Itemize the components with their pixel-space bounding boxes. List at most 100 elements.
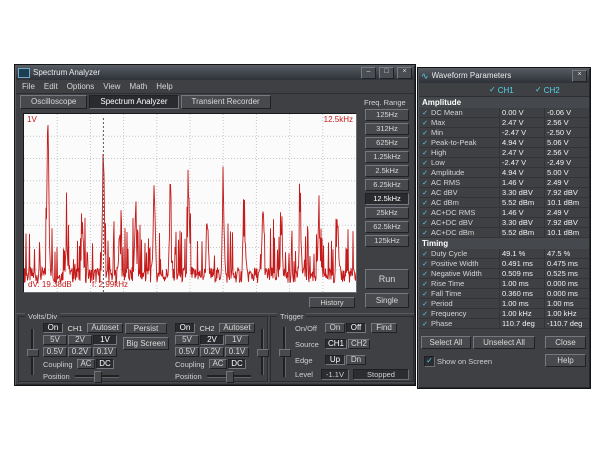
param-row-duty-cycle[interactable]: ✓Duty Cycle49.1 %47.5 % (419, 249, 589, 259)
param-check-icon[interactable]: ✓ (419, 229, 431, 237)
ch2-autoset-button[interactable]: Autoset (219, 323, 255, 333)
param-check-icon[interactable]: ✓ (419, 209, 431, 217)
param-row-frequency[interactable]: ✓Frequency1.00 kHz1.00 kHz (419, 309, 589, 319)
ch1-on-button[interactable]: On (43, 323, 63, 333)
freq-range-125khz[interactable]: 125kHz (365, 235, 409, 247)
param-row-ac-dbv[interactable]: ✓AC dBV3.30 dBV7.92 dBV (419, 188, 589, 198)
param-row-dc-mean[interactable]: ✓DC Mean0.00 V-0.06 V (419, 108, 589, 118)
freq-range-125hz[interactable]: 125Hz (365, 109, 409, 121)
param-check-icon[interactable]: ✓ (419, 159, 431, 167)
big-screen-button[interactable]: Big Screen (123, 337, 169, 350)
param-check-icon[interactable]: ✓ (419, 129, 431, 137)
ch2-position-vslider[interactable] (257, 329, 267, 375)
param-row-ac-rms[interactable]: ✓AC RMS1.46 V2.49 V (419, 178, 589, 188)
ch2-on-button[interactable]: On (175, 323, 195, 333)
tab-transient-recorder[interactable]: Transient Recorder (181, 95, 271, 109)
param-check-icon[interactable]: ✓ (419, 280, 431, 288)
param-row-min[interactable]: ✓Min-2.47 V-2.50 V (419, 128, 589, 138)
ch2-check-icon[interactable]: ✓ (535, 86, 542, 94)
param-row-ac-dc-dbm[interactable]: ✓AC+DC dBm5.52 dBm10.1 dBm (419, 228, 589, 238)
param-check-icon[interactable]: ✓ (419, 320, 431, 328)
params-titlebar[interactable]: ∿ Waveform Parameters × (419, 69, 589, 83)
param-row-low[interactable]: ✓Low-2.47 V-2.49 V (419, 158, 589, 168)
freq-range-625hz[interactable]: 625Hz (365, 137, 409, 149)
ch2-volts-2v[interactable]: 2V (200, 335, 224, 345)
ch1-coupling-dc[interactable]: DC (96, 359, 114, 369)
ch1-volts-5v[interactable]: 5V (43, 335, 67, 345)
param-row-rise-time[interactable]: ✓Rise Time1.00 ms0.000 ms (419, 279, 589, 289)
param-check-icon[interactable]: ✓ (419, 169, 431, 177)
params-close-icon[interactable]: × (572, 70, 587, 82)
param-check-icon[interactable]: ✓ (419, 270, 431, 278)
ch2-volts-0-2v[interactable]: 0.2V (200, 347, 224, 357)
param-row-negative-width[interactable]: ✓Negative Width0.509 ms0.525 ms (419, 269, 589, 279)
param-row-phase[interactable]: ✓Phase110.7 deg-110.7 deg (419, 319, 589, 329)
param-check-icon[interactable]: ✓ (419, 250, 431, 258)
ch2-coupling-dc[interactable]: DC (228, 359, 246, 369)
trigger-find-button[interactable]: Find (371, 323, 397, 333)
select-all-button[interactable]: Select All (421, 336, 471, 349)
param-row-ac-dc-dbv[interactable]: ✓AC+DC dBV3.30 dBV7.92 dBV (419, 218, 589, 228)
param-row-high[interactable]: ✓High2.47 V2.56 V (419, 148, 589, 158)
param-check-icon[interactable]: ✓ (419, 179, 431, 187)
unselect-all-button[interactable]: Unselect All (473, 336, 535, 349)
param-check-icon[interactable]: ✓ (419, 139, 431, 147)
freq-range-6-25khz[interactable]: 6.25kHz (365, 179, 409, 191)
freq-range-12-5khz[interactable]: 12.5kHz (365, 193, 409, 205)
trigger-source-ch1-button[interactable]: CH1 (325, 339, 347, 349)
minimize-icon[interactable]: – (361, 67, 376, 79)
param-check-icon[interactable]: ✓ (419, 300, 431, 308)
ch1-volts-0-2v[interactable]: 0.2V (68, 347, 92, 357)
tab-oscilloscope[interactable]: Oscilloscope (20, 95, 87, 109)
param-row-max[interactable]: ✓Max2.47 V2.56 V (419, 118, 589, 128)
freq-range-312hz[interactable]: 312Hz (365, 123, 409, 135)
ch2-volts-0-5v[interactable]: 0.5V (175, 347, 199, 357)
param-check-icon[interactable]: ✓ (419, 109, 431, 117)
freq-range-62-5khz[interactable]: 62.5kHz (365, 221, 409, 233)
menu-view[interactable]: View (103, 82, 120, 91)
menu-math[interactable]: Math (129, 82, 147, 91)
ch2-position-slider[interactable] (207, 371, 251, 381)
persist-button[interactable]: Persist (125, 323, 167, 334)
param-row-peak-to-peak[interactable]: ✓Peak-to-Peak4.94 V5.06 V (419, 138, 589, 148)
trigger-level-slider[interactable] (279, 327, 289, 377)
param-row-fall-time[interactable]: ✓Fall Time0.360 ms0.000 ms (419, 289, 589, 299)
ch1-volts-0-5v[interactable]: 0.5V (43, 347, 67, 357)
param-check-icon[interactable]: ✓ (419, 149, 431, 157)
trigger-edge-up-button[interactable]: Up (325, 355, 345, 365)
param-check-icon[interactable]: ✓ (419, 290, 431, 298)
param-row-positive-width[interactable]: ✓Positive Width0.491 ms0.475 ms (419, 259, 589, 269)
ch1-volts-2v[interactable]: 2V (68, 335, 92, 345)
ch1-position-slider[interactable] (75, 371, 119, 381)
ch2-volts-1v[interactable]: 1V (225, 335, 249, 345)
menu-file[interactable]: File (22, 82, 35, 91)
trigger-source-ch2-button[interactable]: CH2 (348, 339, 370, 349)
freq-range-25khz[interactable]: 25kHz (365, 207, 409, 219)
ch1-position-vslider[interactable] (27, 329, 37, 375)
ch1-check-icon[interactable]: ✓ (489, 86, 496, 94)
ch2-volts-0-1v[interactable]: 0.1V (225, 347, 249, 357)
param-row-period[interactable]: ✓Period1.00 ms1.00 ms (419, 299, 589, 309)
freq-range-1-25khz[interactable]: 1.25kHz (365, 151, 409, 163)
param-check-icon[interactable]: ✓ (419, 189, 431, 197)
ch1-volts-1v[interactable]: 1V (93, 335, 117, 345)
ch2-volts-5v[interactable]: 5V (175, 335, 199, 345)
close-button[interactable]: Close (545, 336, 586, 349)
param-check-icon[interactable]: ✓ (419, 260, 431, 268)
param-row-ac-dc-rms[interactable]: ✓AC+DC RMS1.46 V2.49 V (419, 208, 589, 218)
history-button[interactable]: History (309, 297, 355, 308)
menu-help[interactable]: Help (156, 82, 172, 91)
freq-range-2-5khz[interactable]: 2.5kHz (365, 165, 409, 177)
param-check-icon[interactable]: ✓ (419, 310, 431, 318)
ch1-coupling-ac[interactable]: AC (77, 359, 95, 369)
spectrum-plot[interactable]: 1V 12.5kHz dV: 19.38dB f: 2.99kHz (23, 113, 357, 293)
menu-edit[interactable]: Edit (44, 82, 58, 91)
param-check-icon[interactable]: ✓ (419, 219, 431, 227)
ch1-autoset-button[interactable]: Autoset (87, 323, 123, 333)
param-check-icon[interactable]: ✓ (419, 119, 431, 127)
tab-spectrum-analyzer[interactable]: Spectrum Analyzer (89, 95, 178, 109)
param-row-amplitude[interactable]: ✓Amplitude4.94 V5.00 V (419, 168, 589, 178)
ch1-volts-0-1v[interactable]: 0.1V (93, 347, 117, 357)
trigger-on-button[interactable]: On (325, 323, 345, 333)
maximize-icon[interactable]: □ (379, 67, 394, 79)
